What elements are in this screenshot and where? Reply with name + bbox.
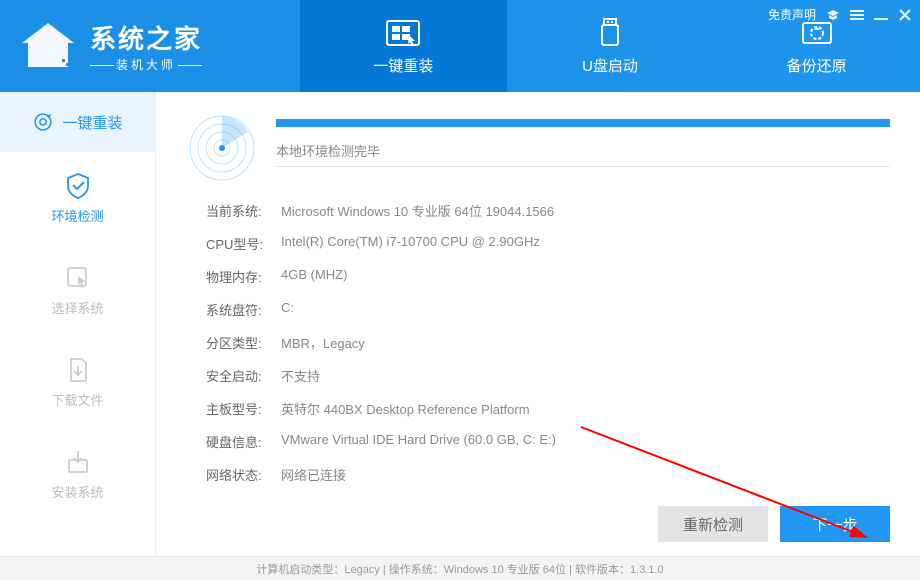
progress-text: 本地环境检测完毕 <box>276 141 890 160</box>
info-value: MBR，Legacy <box>281 333 890 352</box>
sidebar-item-label: 环境检测 <box>51 206 103 225</box>
info-label: 安全启动: <box>206 366 281 385</box>
sidebar-item-label: 安装系统 <box>51 482 103 501</box>
sidebar: 一键重装 环境检测 选择系统 下载文件 安装系统 <box>0 92 156 556</box>
logo-subtitle: 装机大师 <box>90 56 202 73</box>
info-label: 主板型号: <box>206 399 281 418</box>
info-row-sysdrive: 系统盘符:C: <box>206 293 890 326</box>
download-file-icon <box>64 356 92 384</box>
info-label: 物理内存: <box>206 267 281 286</box>
separator <box>276 166 890 167</box>
info-row-partition: 分区类型:MBR，Legacy <box>206 326 890 359</box>
sidebar-item-reinstall[interactable]: 一键重装 <box>0 92 155 152</box>
tab-label: 备份还原 <box>787 55 847 76</box>
sidebar-item-label: 一键重装 <box>62 112 122 133</box>
info-row-os: 当前系统:Microsoft Windows 10 专业版 64位 19044.… <box>206 194 890 227</box>
tab-reinstall[interactable]: 一键重装 <box>300 0 507 92</box>
sidebar-item-label: 下载文件 <box>51 390 103 409</box>
radar-icon <box>186 112 258 184</box>
sidebar-item-install[interactable]: 安装系统 <box>0 428 155 520</box>
info-row-network: 网络状态:网络已连接 <box>206 458 890 491</box>
header: 系统之家 装机大师 一键重装 U盘启动 备份还原 免责声明 <box>0 0 920 92</box>
next-button[interactable]: 下一步 <box>780 506 890 542</box>
info-value: Microsoft Windows 10 专业版 64位 19044.1566 <box>281 201 890 220</box>
header-tools: 免责声明 <box>768 6 912 23</box>
info-value: Intel(R) Core(TM) i7-10700 CPU @ 2.90GHz <box>281 234 890 253</box>
close-icon[interactable] <box>898 8 912 22</box>
disclaimer-link[interactable]: 免责声明 <box>768 6 816 23</box>
info-row-disk: 硬盘信息:VMware Virtual IDE Hard Drive (60.0… <box>206 425 890 458</box>
progress-area: 本地环境检测完毕 <box>276 119 890 177</box>
tab-label: U盘启动 <box>582 55 638 76</box>
info-label: 网络状态: <box>206 465 281 484</box>
action-buttons: 重新检测 下一步 <box>658 506 890 542</box>
cursor-select-icon <box>64 264 92 292</box>
menu-icon[interactable] <box>850 8 864 22</box>
info-label: 系统盘符: <box>206 300 281 319</box>
info-row-cpu: CPU型号:Intel(R) Core(TM) i7-10700 CPU @ 2… <box>206 227 890 260</box>
windows-cursor-icon <box>385 17 421 49</box>
progress-bar <box>276 119 890 127</box>
logo-area: 系统之家 装机大师 <box>0 0 300 92</box>
info-row-memory: 物理内存:4GB (MHZ) <box>206 260 890 293</box>
minimize-icon[interactable] <box>874 8 888 22</box>
usb-drive-icon <box>592 17 628 49</box>
info-value: 英特尔 440BX Desktop Reference Platform <box>281 399 890 418</box>
info-value: C: <box>281 300 890 319</box>
scan-row: 本地环境检测完毕 <box>186 112 890 184</box>
sidebar-item-label: 选择系统 <box>51 298 103 317</box>
info-value: 4GB (MHZ) <box>281 267 890 286</box>
logo-title: 系统之家 <box>90 19 202 56</box>
graduation-icon[interactable] <box>826 8 840 22</box>
sidebar-item-select-system[interactable]: 选择系统 <box>0 244 155 336</box>
sidebar-item-env-check[interactable]: 环境检测 <box>0 152 155 244</box>
info-value: VMware Virtual IDE Hard Drive (60.0 GB, … <box>281 432 890 451</box>
shield-check-icon <box>64 172 92 200</box>
info-label: 当前系统: <box>206 201 281 220</box>
tab-label: 一键重装 <box>373 55 433 76</box>
info-value: 网络已连接 <box>281 465 890 484</box>
footer-text: 计算机启动类型：Legacy | 操作系统：Windows 10 专业版 64位… <box>256 561 663 577</box>
info-label: 硬盘信息: <box>206 432 281 451</box>
recheck-button[interactable]: 重新检测 <box>658 506 768 542</box>
install-box-icon <box>64 448 92 476</box>
body: 一键重装 环境检测 选择系统 下载文件 安装系统 <box>0 92 920 556</box>
sidebar-item-download[interactable]: 下载文件 <box>0 336 155 428</box>
info-label: 分区类型: <box>206 333 281 352</box>
logo-house-icon <box>18 21 78 71</box>
main-panel: 本地环境检测完毕 当前系统:Microsoft Windows 10 专业版 6… <box>156 92 920 556</box>
info-row-mobo: 主板型号:英特尔 440BX Desktop Reference Platfor… <box>206 392 890 425</box>
info-label: CPU型号: <box>206 234 281 253</box>
info-value: 不支持 <box>281 366 890 385</box>
info-row-secureboot: 安全启动:不支持 <box>206 359 890 392</box>
info-table: 当前系统:Microsoft Windows 10 专业版 64位 19044.… <box>186 194 890 491</box>
tab-usb-boot[interactable]: U盘启动 <box>507 0 714 92</box>
footer: 计算机启动类型：Legacy | 操作系统：Windows 10 专业版 64位… <box>0 556 920 580</box>
target-icon <box>32 111 54 133</box>
